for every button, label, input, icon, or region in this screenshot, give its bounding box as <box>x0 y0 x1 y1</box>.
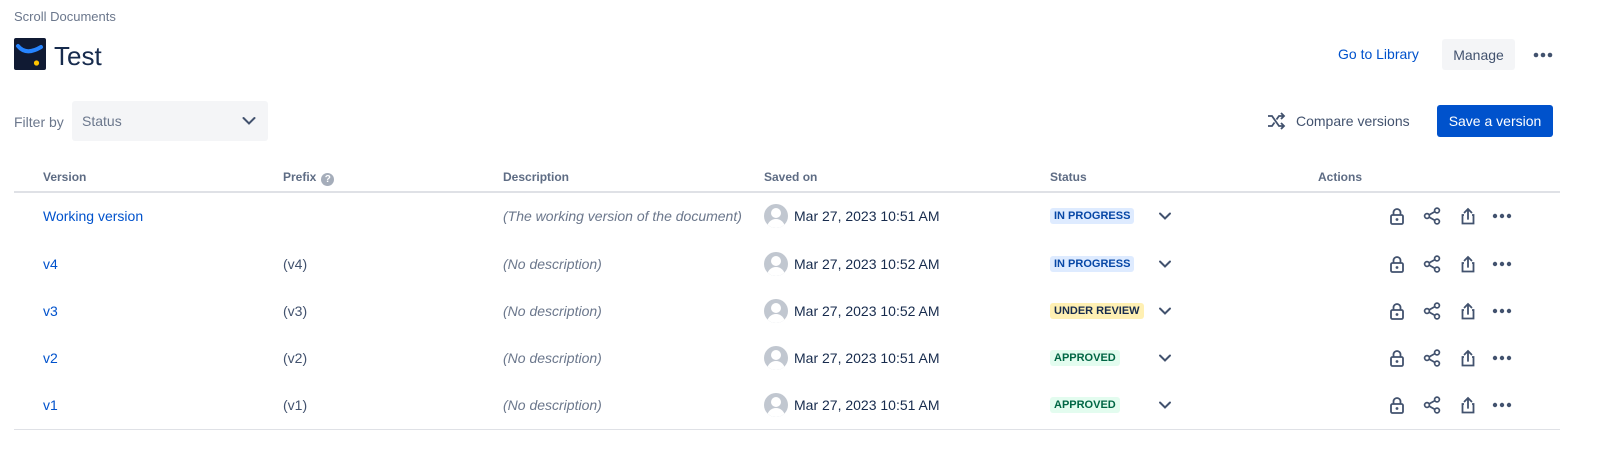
more-icon[interactable] <box>1490 393 1514 417</box>
lock-icon[interactable] <box>1385 393 1409 417</box>
more-icon[interactable] <box>1490 299 1514 323</box>
saved-on: Mar 27, 2023 10:51 AM <box>764 345 940 370</box>
saved-on: Mar 27, 2023 10:51 AM <box>764 203 940 228</box>
manage-button[interactable]: Manage <box>1442 39 1515 70</box>
version-prefix: (v2) <box>283 349 308 366</box>
chevron-down-icon <box>1159 260 1171 268</box>
chevron-down-icon <box>1159 354 1171 362</box>
more-icon[interactable] <box>1490 252 1514 276</box>
saved-on-date: Mar 27, 2023 10:51 AM <box>794 349 940 366</box>
table-row: Working version (The working version of … <box>14 192 1560 239</box>
version-prefix: (v3) <box>283 302 308 319</box>
version-name-link[interactable]: v2 <box>43 350 58 366</box>
table-row: v4 (v4) (No description) Mar 27, 2023 10… <box>14 240 1560 287</box>
compare-versions-label: Compare versions <box>1296 113 1410 129</box>
chevron-down-icon <box>1159 307 1171 315</box>
version-description: (No description) <box>503 302 602 319</box>
saved-on: Mar 27, 2023 10:52 AM <box>764 251 940 276</box>
lock-icon[interactable] <box>1385 204 1409 228</box>
status-badge: IN PROGRESS <box>1050 255 1135 272</box>
avatar <box>764 203 788 228</box>
saved-on: Mar 27, 2023 10:52 AM <box>764 298 940 323</box>
version-description: (No description) <box>503 349 602 366</box>
version-description: (No description) <box>503 396 602 413</box>
table-divider <box>14 429 1560 430</box>
go-to-library-link[interactable]: Go to Library <box>1338 46 1419 62</box>
saved-on: Mar 27, 2023 10:51 AM <box>764 392 940 417</box>
column-header-description: Description <box>503 170 570 184</box>
more-icon[interactable] <box>1490 346 1514 370</box>
more-icon[interactable] <box>1490 204 1514 228</box>
breadcrumb[interactable]: Scroll Documents <box>14 9 116 24</box>
version-description: (The working version of the document) <box>503 207 742 224</box>
save-version-button[interactable]: Save a version <box>1437 105 1553 137</box>
avatar <box>764 298 788 323</box>
status-badge: APPROVED <box>1050 349 1120 366</box>
column-header-status: Status <box>1050 170 1087 184</box>
filter-label: Filter by <box>14 114 64 130</box>
status-filter-select[interactable]: Status <box>72 101 268 141</box>
version-name-link[interactable]: v3 <box>43 303 58 319</box>
export-icon[interactable] <box>1456 204 1480 228</box>
export-icon[interactable] <box>1456 299 1480 323</box>
export-icon[interactable] <box>1456 252 1480 276</box>
status-badge: APPROVED <box>1050 396 1120 413</box>
avatar <box>764 251 788 276</box>
chevron-down-icon <box>1159 212 1171 220</box>
compare-versions-button[interactable]: Compare versions <box>1266 110 1410 132</box>
column-header-saved-on: Saved on <box>764 170 818 184</box>
table-row: v1 (v1) (No description) Mar 27, 2023 10… <box>14 381 1560 428</box>
saved-on-date: Mar 27, 2023 10:52 AM <box>794 302 940 319</box>
share-icon[interactable] <box>1420 393 1444 417</box>
status-dropdown[interactable] <box>1157 208 1173 224</box>
shuffle-icon <box>1268 112 1286 130</box>
lock-icon[interactable] <box>1385 252 1409 276</box>
share-icon[interactable] <box>1420 204 1444 228</box>
saved-on-date: Mar 27, 2023 10:51 AM <box>794 396 940 413</box>
status-dropdown[interactable] <box>1157 256 1173 272</box>
lock-icon[interactable] <box>1385 346 1409 370</box>
more-icon[interactable] <box>1528 44 1558 66</box>
status-dropdown[interactable] <box>1157 350 1173 366</box>
table-row: v2 (v2) (No description) Mar 27, 2023 10… <box>14 334 1560 381</box>
saved-on-date: Mar 27, 2023 10:52 AM <box>794 255 940 272</box>
table-header: Version Prefix? Description Saved on Sta… <box>14 160 1560 193</box>
avatar <box>764 392 788 417</box>
status-badge: UNDER REVIEW <box>1050 302 1144 319</box>
version-description: (No description) <box>503 255 602 272</box>
share-icon[interactable] <box>1420 299 1444 323</box>
export-icon[interactable] <box>1456 346 1480 370</box>
share-icon[interactable] <box>1420 252 1444 276</box>
chevron-down-icon <box>1159 401 1171 409</box>
version-prefix: (v4) <box>283 255 308 272</box>
version-prefix: (v1) <box>283 396 308 413</box>
export-icon[interactable] <box>1456 393 1480 417</box>
lock-icon[interactable] <box>1385 299 1409 323</box>
status-dropdown[interactable] <box>1157 397 1173 413</box>
column-header-prefix: Prefix? <box>283 170 335 186</box>
status-filter-placeholder: Status <box>82 113 122 129</box>
saved-on-date: Mar 27, 2023 10:51 AM <box>794 207 940 224</box>
scroll-documents-logo <box>14 38 46 70</box>
page-title: Test <box>54 41 102 71</box>
version-name-link[interactable]: v4 <box>43 256 58 272</box>
question-icon[interactable]: ? <box>321 173 335 186</box>
status-badge: IN PROGRESS <box>1050 207 1135 224</box>
version-name-link[interactable]: Working version <box>43 208 143 224</box>
status-dropdown[interactable] <box>1157 303 1173 319</box>
version-name-link[interactable]: v1 <box>43 397 58 413</box>
column-header-version: Version <box>43 170 87 184</box>
column-header-actions: Actions <box>1318 170 1363 184</box>
chevron-down-icon <box>242 117 256 125</box>
table-row: v3 (v3) (No description) Mar 27, 2023 10… <box>14 287 1560 334</box>
share-icon[interactable] <box>1420 346 1444 370</box>
avatar <box>764 345 788 370</box>
